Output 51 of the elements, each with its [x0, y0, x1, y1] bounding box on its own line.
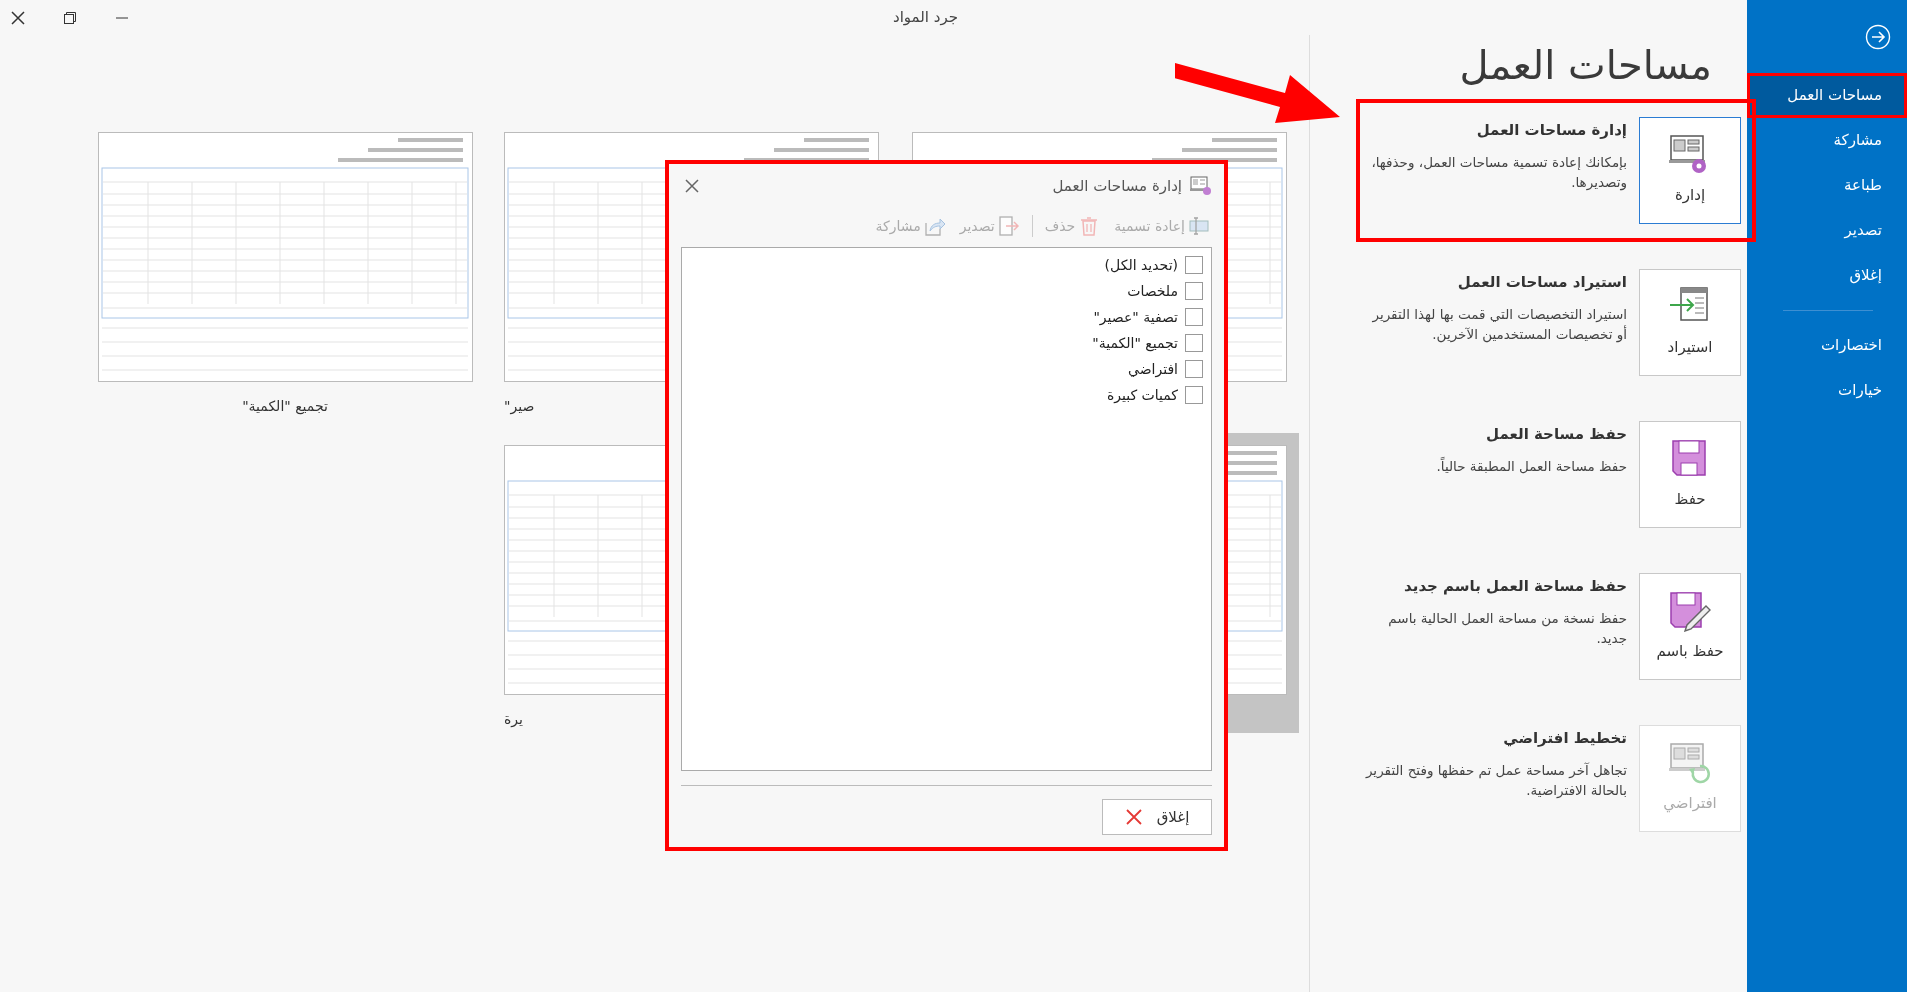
report-thumbnail[interactable] [97, 132, 473, 382]
sidebar-item[interactable]: اختصارات [1747, 323, 1907, 368]
checkbox-label: كميات كبيرة [1106, 385, 1178, 406]
checkbox-label: (تحديد الكل) [1104, 255, 1178, 275]
checkbox-label: ملخصات [1127, 281, 1178, 301]
action-button[interactable]: إدارة [1639, 117, 1741, 224]
action-description: حفظ مساحة العمل المطبقة حالياً. [1435, 456, 1627, 476]
sidebar-item[interactable]: مشاركة [1747, 118, 1907, 163]
checkbox[interactable] [1185, 256, 1203, 274]
thumbnail-caption: تجميع "الكمية" [242, 397, 328, 417]
thumbnail-caption: يرة [504, 710, 523, 730]
floppy-pencil-icon [1669, 590, 1711, 633]
action-button[interactable]: استيراد [1639, 269, 1741, 376]
checkbox[interactable] [1185, 360, 1203, 378]
action-title: تخطيط افتراضي [1502, 728, 1627, 749]
action-button[interactable]: حفظ [1639, 421, 1741, 528]
checkbox[interactable] [1185, 334, 1203, 352]
sidebar-item[interactable]: خيارات [1747, 368, 1907, 413]
sidebar-item[interactable]: تصدير [1747, 208, 1907, 253]
close-dialog-button[interactable]: إغلاق [1102, 799, 1212, 835]
checkbox-label: تجميع "الكمية" [1092, 333, 1178, 354]
page-heading: مساحات العمل [1458, 41, 1712, 90]
minimize-icon [116, 16, 128, 19]
action-description: استيراد التخصيصات التي قمت بها لهذا التقرير أو تخصيصات المستخدمين الآخرين. [1371, 304, 1627, 344]
dialog-title: إدارة مساحات العمل [1052, 175, 1182, 197]
restore-icon [64, 11, 76, 24]
checkbox[interactable] [1185, 308, 1203, 326]
action-description: حفظ نسخة من مساحة العمل الحالية باسم جديد. [1387, 608, 1627, 648]
thumbnail-caption: صير" [504, 397, 535, 417]
action-description: تجاهل آخر مساحة عمل تم حفظها وفتح التقرير بالحالة الافتراضية. [1364, 760, 1627, 800]
close-icon [11, 10, 25, 25]
action-title: استيراد مساحات العمل [1456, 272, 1627, 293]
checkbox-label: تصفية "عصير" [1093, 307, 1178, 328]
export-icon [997, 215, 1020, 237]
checkbox[interactable] [1185, 386, 1203, 404]
action-description: بإمكانك إعادة تسمية مساحات العمل، وحذفها، وتصديرها. [1370, 152, 1627, 192]
sidebar-item[interactable]: طباعة [1747, 163, 1907, 208]
action-title: حفظ مساحة العمل باسم جديد [1403, 576, 1627, 597]
close-icon [1124, 808, 1143, 826]
sidebar-item[interactable]: مساحات العمل [1747, 73, 1907, 118]
action-title: حفظ مساحة العمل [1485, 424, 1627, 445]
rename-icon [1188, 215, 1210, 237]
monitor-reset-icon [1669, 742, 1711, 785]
checkbox-label: افتراضي [1128, 359, 1178, 380]
action-button[interactable]: حفظ باسم [1639, 573, 1741, 680]
back-arrow-icon[interactable] [1865, 23, 1891, 50]
window-title: جرد المواد [893, 8, 958, 27]
checkbox[interactable] [1185, 282, 1203, 300]
monitor-gear-icon [1190, 176, 1212, 196]
sidebar-item[interactable]: إغلاق [1747, 253, 1907, 298]
action-title: إدارة مساحات العمل [1475, 120, 1627, 141]
